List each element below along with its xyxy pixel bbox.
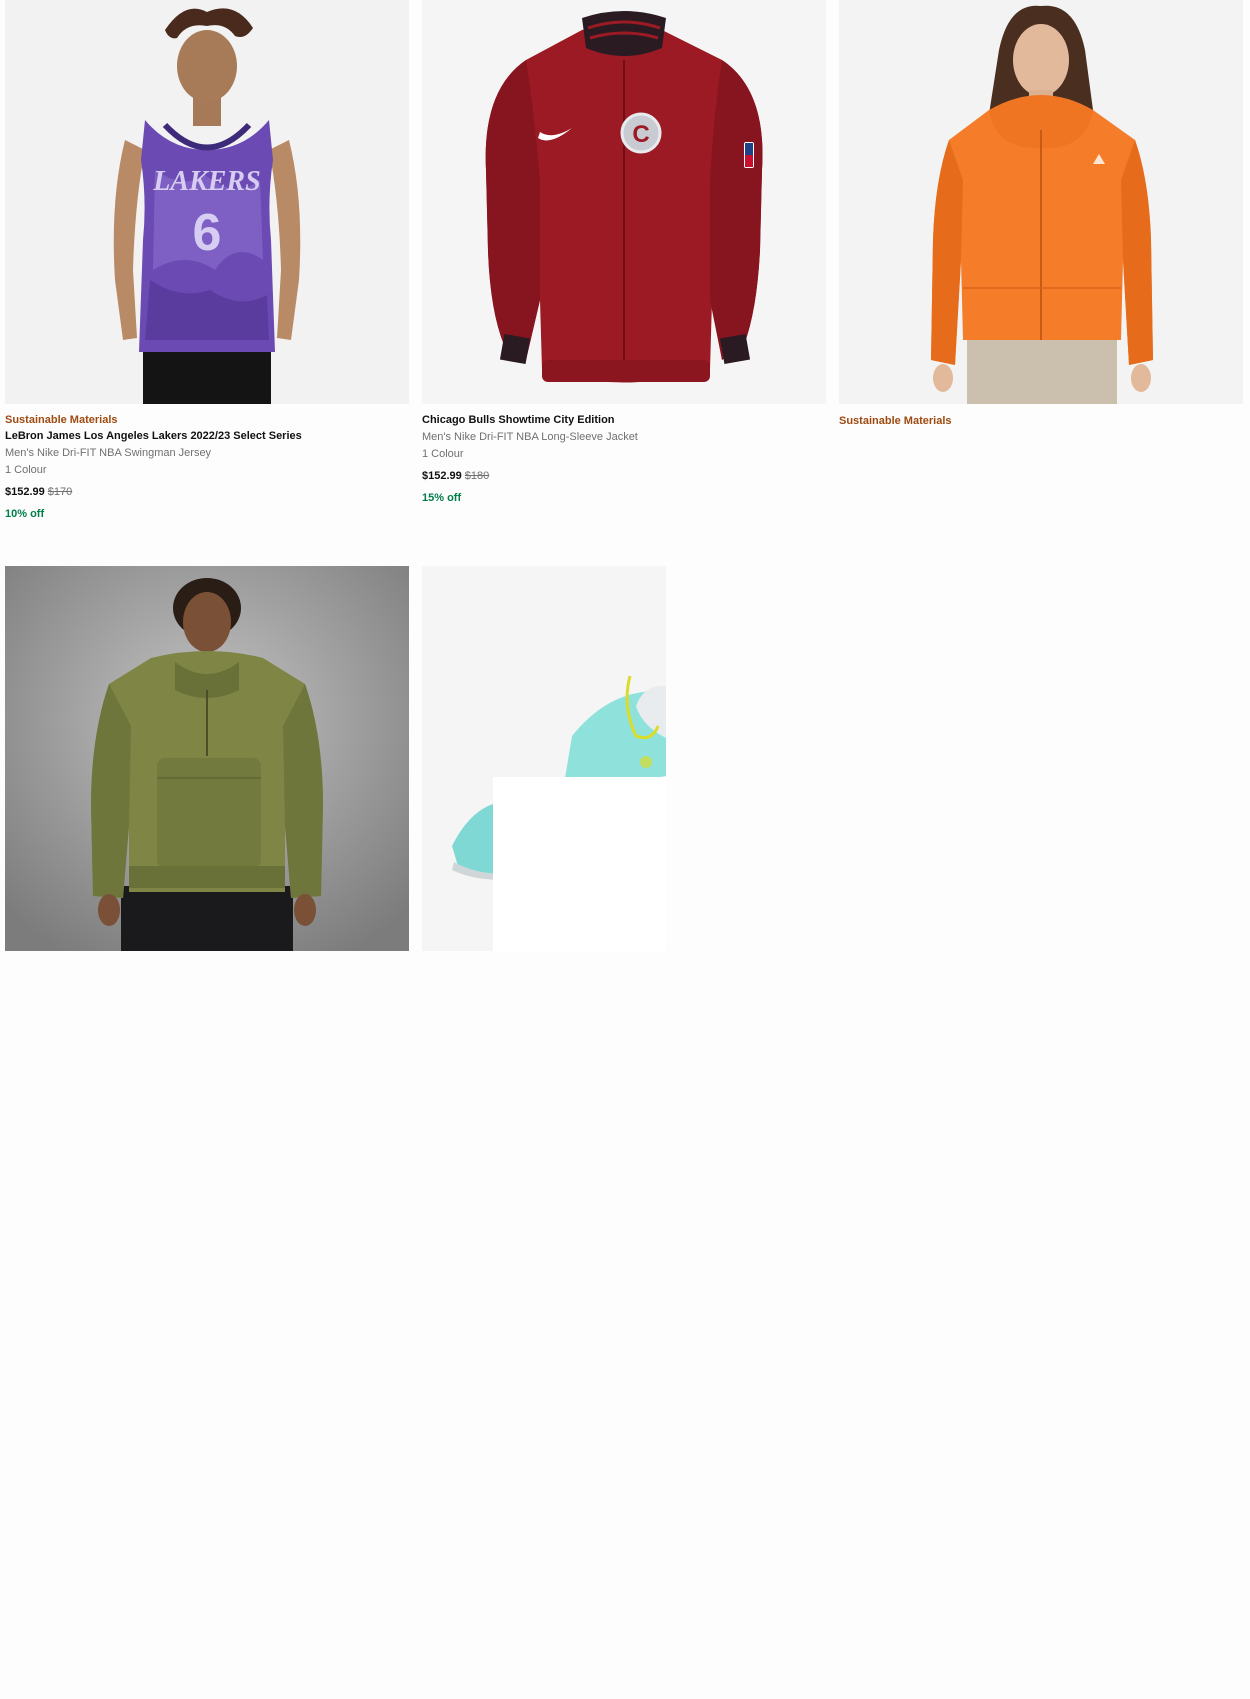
product-image[interactable]: C xyxy=(422,0,826,404)
product-subtitle: Men's Nike Dri-FIT NBA Long-Sleeve Jacke… xyxy=(422,431,638,443)
current-price: $152.99 xyxy=(5,486,45,498)
svg-text:C: C xyxy=(632,121,649,148)
product-title[interactable]: LeBron James Los Angeles Lakers 2022/23 … xyxy=(5,429,409,446)
product-image[interactable] xyxy=(5,566,409,951)
product-image[interactable] xyxy=(839,0,1243,404)
colour-count: 1 Colour xyxy=(422,448,464,460)
colour-count: 1 Colour xyxy=(5,464,47,476)
hoodie-icon xyxy=(5,566,409,951)
jacket-icon: C xyxy=(422,0,826,404)
product-info: Sustainable Materials LeBron James Los A… xyxy=(5,413,409,521)
original-price: $180 xyxy=(464,470,490,482)
svg-text:LAKERS: LAKERS xyxy=(152,166,260,197)
overlay-panel xyxy=(493,777,666,951)
price: $152.99 $180 xyxy=(422,469,826,491)
product-subtitle: Men's Nike Dri-FIT NBA Swingman Jersey xyxy=(5,447,212,459)
svg-text:6: 6 xyxy=(193,204,222,262)
product-info: Sustainable Materials xyxy=(839,414,1243,430)
product-info: Chicago Bulls Showtime City Edition Men'… xyxy=(422,413,826,505)
discount-label: 10% off xyxy=(5,508,45,520)
discount-label: 15% off xyxy=(422,492,462,504)
current-price: $152.99 xyxy=(422,470,462,482)
original-price: $170 xyxy=(47,486,73,498)
jersey-icon: LAKERS 6 xyxy=(5,0,409,404)
price: $152.99 $170 xyxy=(5,485,409,507)
product-grid: LAKERS 6 Sustainable Materials LeBron Ja… xyxy=(0,0,1250,1699)
product-image[interactable]: LAKERS 6 xyxy=(5,0,409,404)
product-title[interactable]: Chicago Bulls Showtime City Edition xyxy=(422,413,826,430)
sustainable-badge: Sustainable Materials xyxy=(5,414,118,426)
rain-jacket-icon xyxy=(839,0,1243,404)
sustainable-badge: Sustainable Materials xyxy=(839,415,952,427)
